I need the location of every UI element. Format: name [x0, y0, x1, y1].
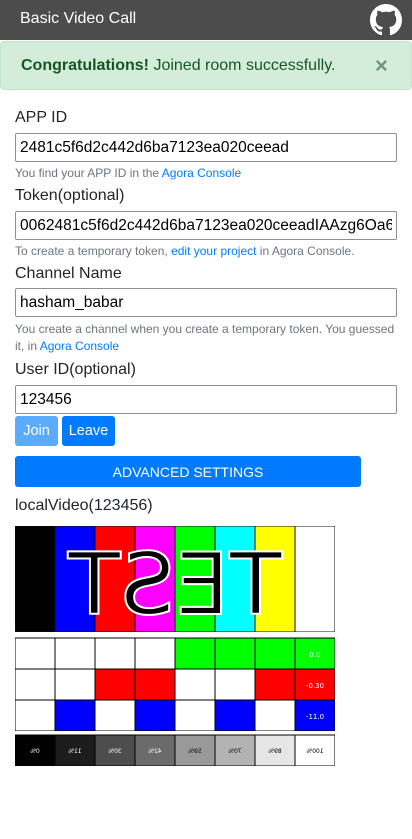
grid-label: -11.0 [306, 713, 324, 721]
grid-cell [94, 668, 136, 701]
grid-label: 0.0 [309, 651, 320, 659]
gray-label: 100% [306, 748, 323, 755]
color-bar [294, 526, 335, 633]
channel-label: Channel Name [15, 265, 122, 282]
grid-cell [15, 668, 56, 701]
local-video-label: localVideo(123456) [15, 497, 153, 514]
close-icon[interactable]: × [375, 55, 388, 77]
github-icon[interactable] [370, 4, 402, 36]
grid-cell [134, 637, 176, 670]
grid-label: -0.30 [306, 682, 324, 690]
app-id-help-text: You find your APP ID in the [15, 166, 162, 180]
success-alert: Congratulations! Joined room successfull… [0, 41, 412, 90]
token-label: Token(optional) [15, 187, 125, 204]
grid-cell [134, 699, 176, 732]
navbar: Basic Video Call [0, 0, 412, 40]
app-id-input[interactable] [15, 133, 397, 162]
grid-cell [134, 668, 176, 701]
token-help-text: To create a temporary token, [15, 244, 172, 258]
grid-cell [15, 699, 56, 732]
gray-label: 89% [268, 748, 282, 755]
grid-cell [94, 699, 136, 732]
grid-cell [174, 699, 216, 732]
grid-cell [214, 637, 256, 670]
gray-label: 59% [188, 748, 202, 755]
grid-cell [174, 668, 216, 701]
uid-label: User ID(optional) [15, 361, 136, 378]
grid-cell [254, 699, 296, 732]
grid-cell [214, 668, 256, 701]
gray-label: 30% [108, 748, 122, 755]
agora-console-link-2[interactable]: Agora Console [40, 339, 119, 353]
agora-console-link[interactable]: Agora Console [162, 166, 241, 180]
local-video: TEST 0.0 -0.30 -11.0 0% 11% 30% 42% 59% 70% 89% 100… [15, 526, 335, 766]
grid-cell [174, 637, 216, 670]
gray-label: 11% [68, 748, 82, 755]
gray-label: 70% [228, 748, 242, 755]
color-bar [15, 526, 56, 633]
token-help-suffix: in Agora Console. [256, 244, 355, 258]
gray-label: 42% [148, 748, 162, 755]
app-id-label: APP ID [15, 109, 68, 126]
token-input[interactable] [15, 211, 397, 240]
token-help: To create a temporary token, edit your p… [15, 243, 400, 260]
app-id-help: You find your APP ID in the Agora Consol… [15, 165, 400, 182]
grid-cell [254, 668, 296, 701]
grid-cell [94, 637, 136, 670]
gray-label: 0% [30, 748, 40, 755]
uid-input[interactable] [15, 385, 397, 414]
navbar-title: Basic Video Call [20, 10, 137, 27]
test-pattern: TEST 0.0 -0.30 -11.0 0% 11% 30% 42% 59% 70% 89% 100… [15, 526, 335, 766]
join-button[interactable]: Join [15, 416, 58, 446]
leave-button[interactable]: Leave [62, 416, 115, 446]
grid-cell [15, 637, 56, 670]
test-text: TEST [68, 535, 283, 635]
edit-project-link[interactable]: edit your project [171, 244, 256, 258]
grid-cell [54, 699, 96, 732]
grid-cell [54, 668, 96, 701]
alert-text: Joined room successfully. [149, 57, 336, 74]
alert-strong: Congratulations! [21, 57, 149, 74]
channel-input[interactable] [15, 288, 397, 317]
alert-message: Congratulations! Joined room successfull… [21, 57, 335, 75]
grid-cell [254, 637, 296, 670]
channel-help: You create a channel when you create a t… [15, 321, 400, 355]
grid-cell [214, 699, 256, 732]
grid-cell [54, 637, 96, 670]
pattern-gap [15, 731, 335, 735]
advanced-settings-button[interactable]: ADVANCED SETTINGS [15, 456, 361, 487]
pattern-gap [15, 632, 335, 638]
